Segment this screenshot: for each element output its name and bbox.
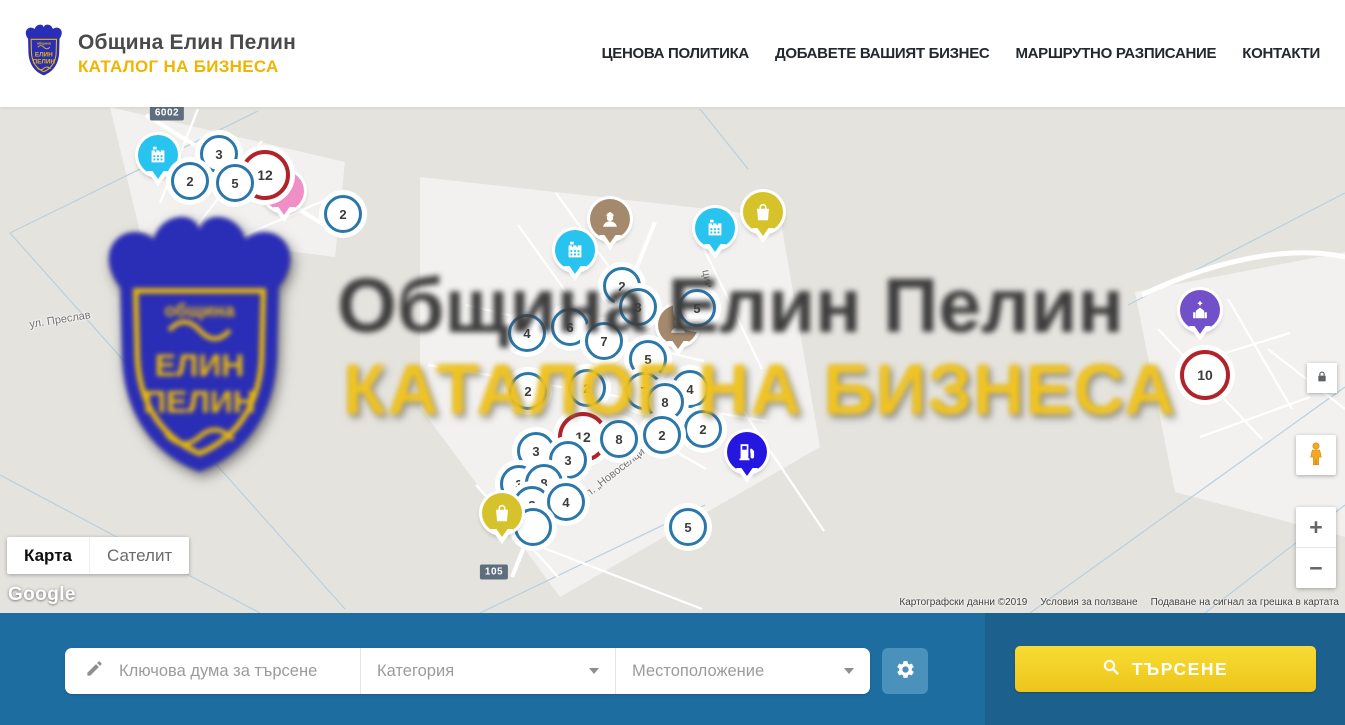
- page: община ЕЛИН ПЕЛИН Община Елин Пелин КАТА…: [0, 0, 1345, 725]
- municipality-crest-icon: община ЕЛИН ПЕЛИН: [20, 23, 67, 85]
- bag-pin[interactable]: [743, 192, 783, 232]
- site-title: Община Елин Пелин: [78, 31, 296, 55]
- gear-icon: [895, 659, 916, 683]
- chevron-down-icon: [844, 668, 854, 674]
- site-logo[interactable]: община ЕЛИН ПЕЛИН Община Елин Пелин КАТА…: [20, 23, 296, 85]
- search-button[interactable]: ТЪРСЕНЕ: [1015, 646, 1316, 692]
- site-subtitle: КАТАЛОГ НА БИЗНЕСА: [78, 57, 296, 77]
- cluster-marker[interactable]: 2: [324, 195, 362, 233]
- church-pin[interactable]: [1180, 290, 1220, 330]
- cluster-marker[interactable]: 10: [1180, 350, 1230, 400]
- search-button-label: ТЪРСЕНЕ: [1132, 659, 1228, 680]
- pencil-icon: [85, 659, 104, 683]
- factory-pin[interactable]: [138, 135, 178, 175]
- nav-add-your-business[interactable]: ДОБАВЕТЕ ВАШИЯТ БИЗНЕС: [775, 45, 989, 62]
- lock-button[interactable]: [1307, 363, 1337, 393]
- search-bar-right: ТЪРСЕНЕ: [985, 613, 1345, 725]
- map-attribution: Картографски данни ©2019 Условия за полз…: [899, 597, 1339, 608]
- cluster-marker[interactable]: 5: [216, 164, 254, 202]
- chevron-down-icon: [589, 668, 599, 674]
- keyword-search-input[interactable]: [117, 661, 360, 682]
- cluster-marker[interactable]: 7: [585, 322, 623, 360]
- cluster-marker[interactable]: 2: [684, 410, 722, 448]
- keyword-section: [65, 648, 360, 694]
- attribution-terms-link[interactable]: Условия за ползване: [1040, 597, 1137, 608]
- fuel-pin[interactable]: [727, 432, 767, 472]
- cluster-marker[interactable]: 2: [568, 369, 606, 407]
- svg-text:община: община: [37, 41, 52, 45]
- cluster-marker[interactable]: 3: [619, 288, 657, 326]
- worker-pin[interactable]: [590, 199, 630, 239]
- search-icon: [1102, 658, 1120, 681]
- svg-text:ПЕЛИН: ПЕЛИН: [33, 58, 56, 65]
- advanced-search-button[interactable]: [882, 648, 928, 694]
- attribution-copyright: Картографски данни ©2019: [899, 597, 1027, 608]
- search-pill: Категория Местоположение: [65, 648, 870, 694]
- cluster-marker[interactable]: 8: [600, 420, 638, 458]
- zoom-in-button[interactable]: +: [1296, 507, 1336, 548]
- factory-pin[interactable]: [695, 208, 735, 248]
- cluster-marker[interactable]: 6: [551, 308, 589, 346]
- search-bar-left: Категория Местоположение: [0, 613, 985, 725]
- cluster-marker[interactable]: 5: [678, 289, 716, 327]
- location-select[interactable]: Местоположение: [615, 648, 870, 694]
- zoom-out-button[interactable]: −: [1296, 548, 1336, 588]
- pegman-icon: [1303, 441, 1329, 470]
- logo-text: Община Елин Пелин КАТАЛОГ НА БИЗНЕСА: [78, 31, 296, 77]
- cluster-marker[interactable]: 4: [547, 483, 585, 521]
- nav-pricing-policy[interactable]: ЦЕНОВА ПОЛИТИКА: [602, 45, 749, 62]
- cluster-marker[interactable]: 2: [171, 162, 209, 200]
- attribution-report-link[interactable]: Подаване на сигнал за грешка в картата: [1151, 597, 1339, 608]
- pegman-button[interactable]: [1296, 435, 1336, 475]
- lock-icon: [1314, 369, 1330, 388]
- zoom-control: + −: [1296, 507, 1336, 588]
- google-logo[interactable]: Google: [8, 584, 76, 606]
- nav-contacts[interactable]: КОНТАКТИ: [1242, 45, 1320, 62]
- svg-text:ЕЛИН: ЕЛИН: [35, 51, 53, 58]
- map-type-control: Карта Сателит: [7, 537, 189, 574]
- factory-pin[interactable]: [555, 230, 595, 270]
- search-bar: Категория Местоположение ТЪРСЕНЕ: [0, 613, 1345, 725]
- map-canvas[interactable]: 6002105ул. Преславбул. „Новоселци“ции 12…: [0, 107, 1345, 613]
- header: община ЕЛИН ПЕЛИН Община Елин Пелин КАТА…: [0, 0, 1345, 107]
- cluster-marker[interactable]: 2: [643, 416, 681, 454]
- category-select-label: Категория: [377, 662, 454, 681]
- main-nav: ЦЕНОВА ПОЛИТИКА ДОБАВЕТЕ ВАШИЯТ БИЗНЕС М…: [602, 45, 1320, 62]
- cluster-marker[interactable]: 2: [509, 372, 547, 410]
- nav-route-schedule[interactable]: МАРШРУТНО РАЗПИСАНИЕ: [1015, 45, 1216, 62]
- cluster-marker[interactable]: 4: [508, 314, 546, 352]
- map-type-satellite-button[interactable]: Сателит: [89, 537, 189, 574]
- category-select[interactable]: Категория: [360, 648, 615, 694]
- map-type-map-button[interactable]: Карта: [7, 537, 89, 574]
- cluster-marker[interactable]: 5: [669, 508, 707, 546]
- bag-pin[interactable]: [482, 493, 522, 533]
- markers-layer: 12325223564752274821282333834510: [0, 107, 1345, 613]
- location-select-label: Местоположение: [632, 662, 764, 681]
